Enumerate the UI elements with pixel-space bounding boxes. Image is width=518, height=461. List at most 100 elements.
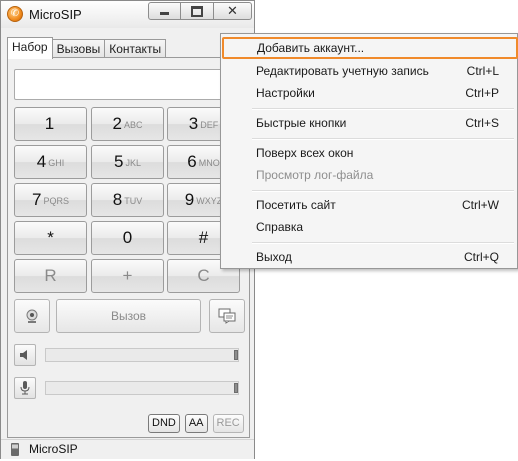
key-letters: JKL xyxy=(125,158,141,168)
menu-item-edit-account[interactable]: Редактировать учетную запись Ctrl+L xyxy=(221,61,517,82)
menu-item-label: Справка xyxy=(256,220,304,234)
key-letters: TUV xyxy=(124,196,143,206)
close-button[interactable]: ✕ xyxy=(214,2,252,20)
redial-button[interactable]: R xyxy=(14,259,87,293)
dnd-button[interactable]: DND xyxy=(148,414,180,433)
mic-mute-button[interactable] xyxy=(14,377,36,399)
mic-volume-slider[interactable] xyxy=(45,381,239,395)
key-letters: WXYZ xyxy=(196,196,223,206)
window-title: MicroSIP xyxy=(29,7,82,22)
speaker-volume-thumb[interactable] xyxy=(234,350,238,360)
key-digit: 7 xyxy=(32,190,42,209)
menu-separator xyxy=(252,108,514,110)
menu-item-shortcut: Ctrl+P xyxy=(465,86,499,100)
key-digit: 6 xyxy=(187,152,197,171)
minimize-icon xyxy=(160,12,169,15)
key-star[interactable]: * xyxy=(14,221,87,255)
microsip-logo-icon: ✆ xyxy=(7,6,23,22)
video-call-button[interactable] xyxy=(14,299,50,333)
key-7[interactable]: 7 PQRS xyxy=(14,183,87,217)
menu-item-label: Поверх всех окон xyxy=(256,146,354,160)
menu-item-view-log[interactable]: Просмотр лог-файла xyxy=(221,165,517,186)
menu-item-shortcut: Ctrl+W xyxy=(462,198,499,212)
key-digit: 8 xyxy=(112,190,123,209)
call-button[interactable]: Вызов xyxy=(56,299,201,333)
key-digit: 0 xyxy=(122,228,133,247)
main-window: ✆ MicroSIP ✕ Набор Вызовы Контакты 1 2 AB… xyxy=(0,0,255,459)
menu-item-add-account[interactable]: Добавить аккаунт... xyxy=(222,37,518,59)
menu-item-help[interactable]: Справка xyxy=(221,217,517,238)
maximize-icon xyxy=(191,5,203,17)
mic-volume-thumb[interactable] xyxy=(234,383,238,393)
speaker-icon xyxy=(20,350,27,360)
tab-contacts[interactable]: Контакты xyxy=(104,39,167,59)
key-5[interactable]: 5 JKL xyxy=(91,145,164,179)
mic-volume-row xyxy=(14,377,246,399)
key-digit: 9 xyxy=(184,190,195,209)
record-button[interactable]: REC xyxy=(212,414,244,433)
menu-separator xyxy=(252,242,514,244)
key-letters: MNO xyxy=(198,158,220,168)
key-letters: ABC xyxy=(123,120,143,130)
dial-panel: 1 2 ABC 3 DEF 4 GHI 5 JKL 6 MNO 7 PQRS 8 TUV 9W… xyxy=(7,57,250,438)
key-letters: DEF xyxy=(200,120,219,130)
speaker-volume-slider[interactable] xyxy=(45,348,239,362)
tab-strip: Набор Вызовы Контакты xyxy=(7,37,167,59)
menu-item-visit-website[interactable]: Посетить сайт Ctrl+W xyxy=(221,195,517,216)
menu-item-shortcut: Ctrl+Q xyxy=(463,250,499,264)
status-text: MicroSIP xyxy=(29,442,78,456)
menu-item-shortcut: Ctrl+L xyxy=(466,64,499,78)
menu-separator xyxy=(252,190,514,192)
title-bar[interactable]: ✆ MicroSIP ✕ xyxy=(1,1,254,28)
option-buttons: DND AA REC xyxy=(148,414,244,433)
speaker-volume-row xyxy=(14,344,246,366)
menu-item-settings[interactable]: Настройки Ctrl+P xyxy=(221,83,517,104)
menu-item-label: Выход xyxy=(256,250,292,264)
menu-item-shortcuts[interactable]: Быстрые кнопки Ctrl+S xyxy=(221,113,517,134)
key-digit: 3 xyxy=(188,114,199,133)
minimize-button[interactable] xyxy=(148,2,181,20)
key-digit: * xyxy=(47,228,54,247)
key-letters: PQRS xyxy=(43,196,69,206)
key-digit: 5 xyxy=(114,152,124,171)
number-input[interactable] xyxy=(14,69,243,100)
menu-item-shortcut: Ctrl+S xyxy=(465,116,499,130)
call-row: Вызов xyxy=(14,299,246,333)
key-digit: # xyxy=(198,228,209,247)
menu-item-always-on-top[interactable]: Поверх всех окон xyxy=(221,143,517,164)
status-bar: MicroSIP xyxy=(1,439,254,459)
close-icon: ✕ xyxy=(227,3,238,18)
key-letters: GHI xyxy=(48,158,65,168)
auto-answer-button[interactable]: AA xyxy=(184,414,208,433)
chat-icon xyxy=(218,308,236,324)
window-controls: ✕ xyxy=(148,2,252,20)
message-button[interactable] xyxy=(209,299,245,333)
key-digit: 4 xyxy=(36,152,47,171)
maximize-button[interactable] xyxy=(181,2,214,20)
key-digit: 2 xyxy=(112,114,122,133)
menu-item-label: Посетить сайт xyxy=(256,198,336,212)
tab-dial[interactable]: Набор xyxy=(7,37,53,59)
webcam-icon xyxy=(26,309,38,323)
microphone-icon xyxy=(20,381,30,395)
key-2[interactable]: 2 ABC xyxy=(91,107,164,141)
speaker-mute-button[interactable] xyxy=(14,344,36,366)
phone-status-icon xyxy=(11,443,19,456)
key-digit: + xyxy=(122,266,133,285)
context-menu: Добавить аккаунт... Редактировать учетну… xyxy=(220,33,518,269)
key-0[interactable]: 0 xyxy=(91,221,164,255)
menu-item-exit[interactable]: Выход Ctrl+Q xyxy=(221,247,517,268)
menu-item-label: Просмотр лог-файла xyxy=(256,168,374,182)
menu-item-label: Добавить аккаунт... xyxy=(257,41,365,55)
key-1[interactable]: 1 xyxy=(14,107,87,141)
key-8[interactable]: 8 TUV xyxy=(91,183,164,217)
tab-calls[interactable]: Вызовы xyxy=(51,39,106,59)
menu-item-label: Быстрые кнопки xyxy=(256,116,347,130)
key-digit: C xyxy=(197,266,210,285)
menu-item-label: Редактировать учетную запись xyxy=(256,64,429,78)
key-4[interactable]: 4 GHI xyxy=(14,145,87,179)
menu-separator xyxy=(252,138,514,140)
plus-button[interactable]: + xyxy=(91,259,164,293)
key-digit: R xyxy=(44,266,57,285)
menu-item-label: Настройки xyxy=(256,86,315,100)
